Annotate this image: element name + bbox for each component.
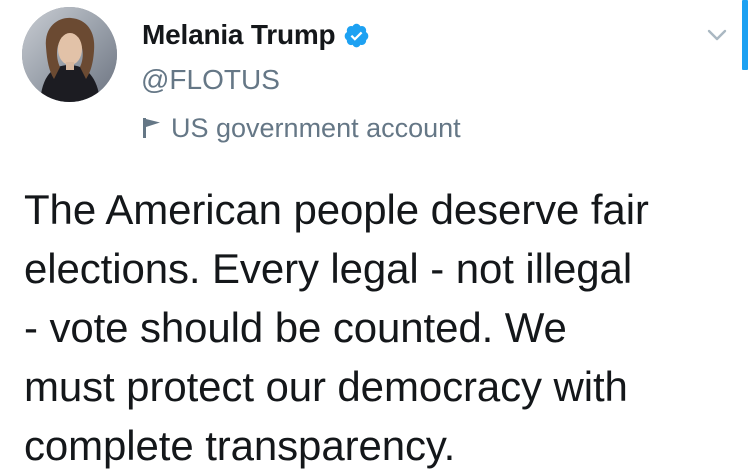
tweet-card: Melania Trump @FLOTUS US government acco…	[0, 0, 750, 473]
avatar-image	[22, 7, 117, 102]
display-name[interactable]: Melania Trump	[142, 19, 336, 51]
scroll-indicator	[742, 0, 748, 70]
flag-icon	[142, 116, 162, 140]
author-handle[interactable]: @FLOTUS	[141, 64, 280, 96]
government-account-label: US government account	[142, 111, 461, 145]
author-name-row: Melania Trump	[142, 17, 370, 53]
avatar[interactable]	[22, 7, 117, 102]
chevron-down-icon[interactable]	[703, 24, 731, 46]
verified-badge-icon	[343, 22, 370, 49]
account-label-text: US government account	[171, 112, 461, 143]
tweet-text: The American people deserve fair electio…	[24, 186, 649, 469]
